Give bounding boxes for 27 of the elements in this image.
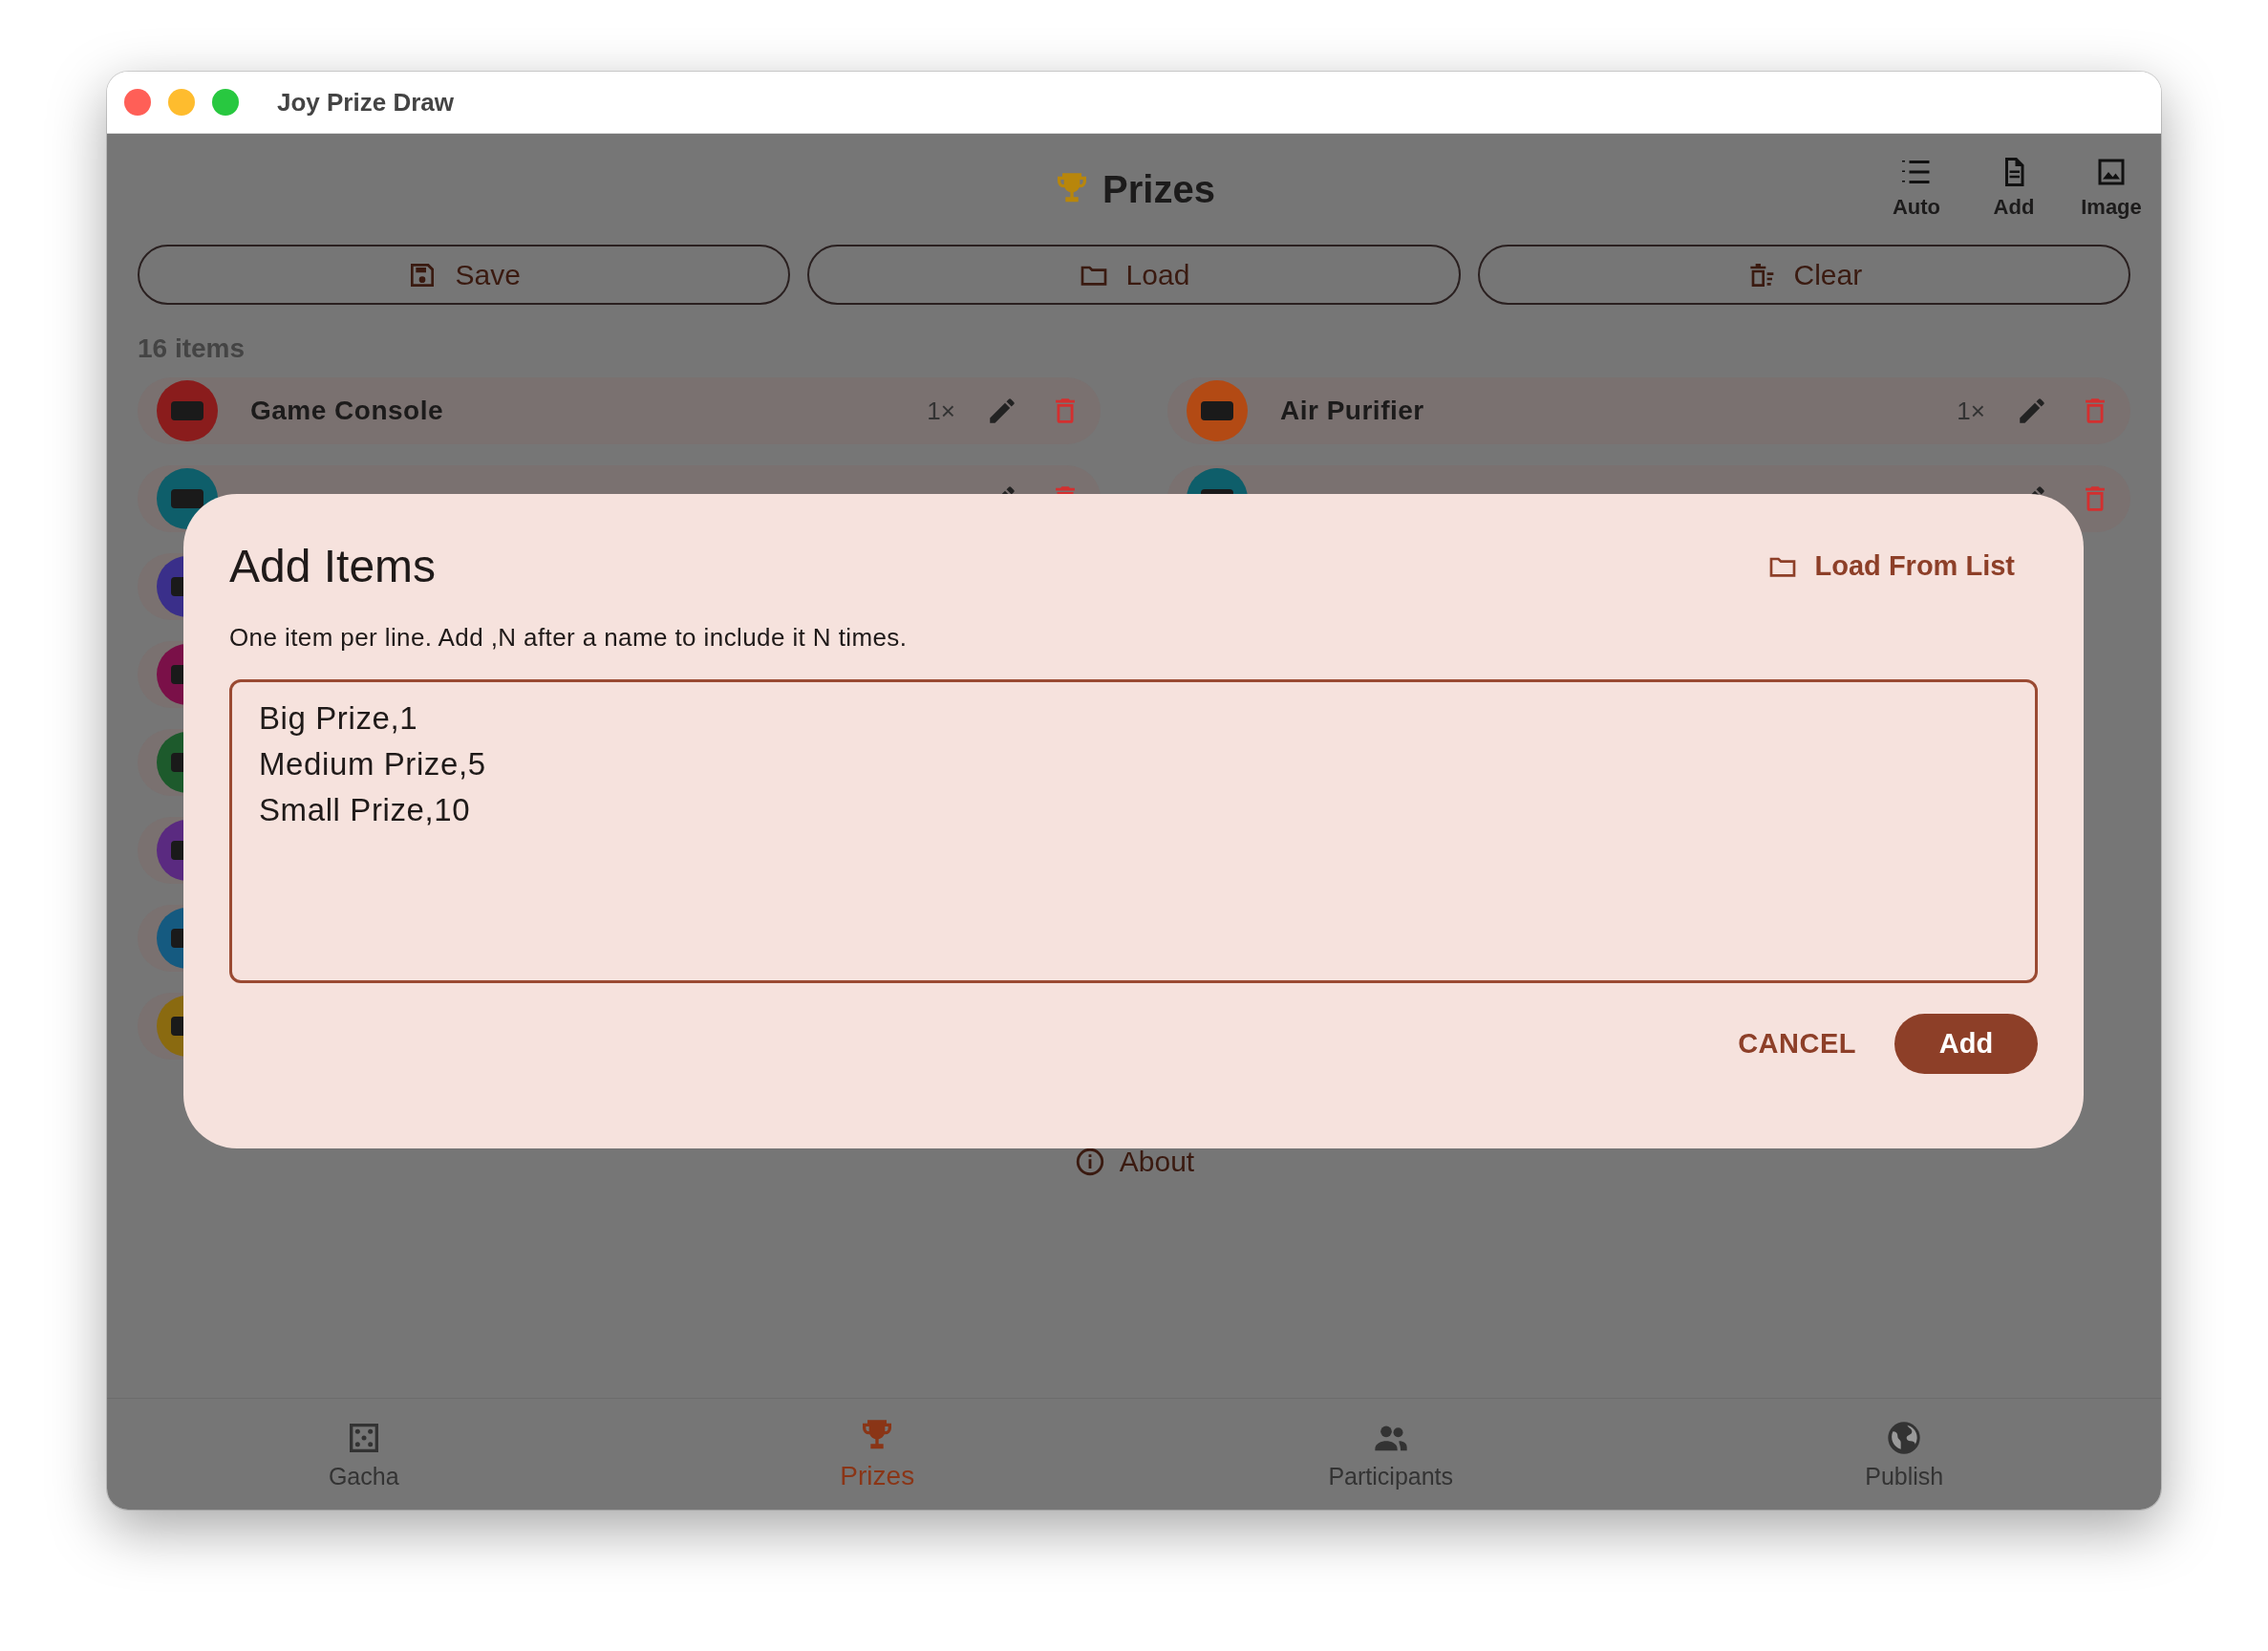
cancel-button[interactable]: CANCEL — [1726, 1018, 1868, 1069]
dialog-title: Add Items — [229, 540, 437, 592]
close-button[interactable] — [124, 89, 151, 116]
about-link[interactable]: About — [1073, 1146, 1195, 1178]
prize-name: Air Purifier — [1280, 396, 1424, 426]
clear-button[interactable]: Clear — [1477, 245, 2130, 305]
load-button[interactable]: Load — [807, 245, 1461, 305]
prize-count: 1× — [1957, 396, 1985, 426]
prize-row[interactable]: Game Console 1× — [138, 377, 1101, 444]
zoom-button[interactable] — [212, 89, 239, 116]
items-textarea[interactable]: Big Prize,1 Medium Prize,5 Small Prize,10 — [229, 679, 2038, 983]
window-title: Joy Prize Draw — [277, 87, 454, 118]
nav-tab[interactable]: Publish — [1647, 1399, 2161, 1510]
add-button[interactable]: Add — [1894, 1014, 2038, 1074]
image-action-button[interactable]: Image — [2073, 151, 2150, 224]
add-action-button[interactable]: Add — [1976, 151, 2052, 224]
page-title: Prizes — [1102, 167, 1215, 211]
load-from-list-button[interactable]: Load From List — [1766, 550, 2038, 582]
nav-tab[interactable]: Participants — [1134, 1399, 1648, 1510]
prize-name: Game Console — [250, 396, 444, 426]
minimize-button[interactable] — [168, 89, 195, 116]
prize-count: 1× — [927, 396, 955, 426]
nav-tab[interactable]: Gacha — [107, 1399, 621, 1510]
prize-row[interactable]: Air Purifier 1× — [1167, 377, 2130, 444]
auto-action-button[interactable]: Auto — [1878, 151, 1955, 224]
save-button[interactable]: Save — [138, 245, 791, 305]
dialog-hint: One item per line. Add ,N after a name to include it N times. — [229, 623, 909, 653]
